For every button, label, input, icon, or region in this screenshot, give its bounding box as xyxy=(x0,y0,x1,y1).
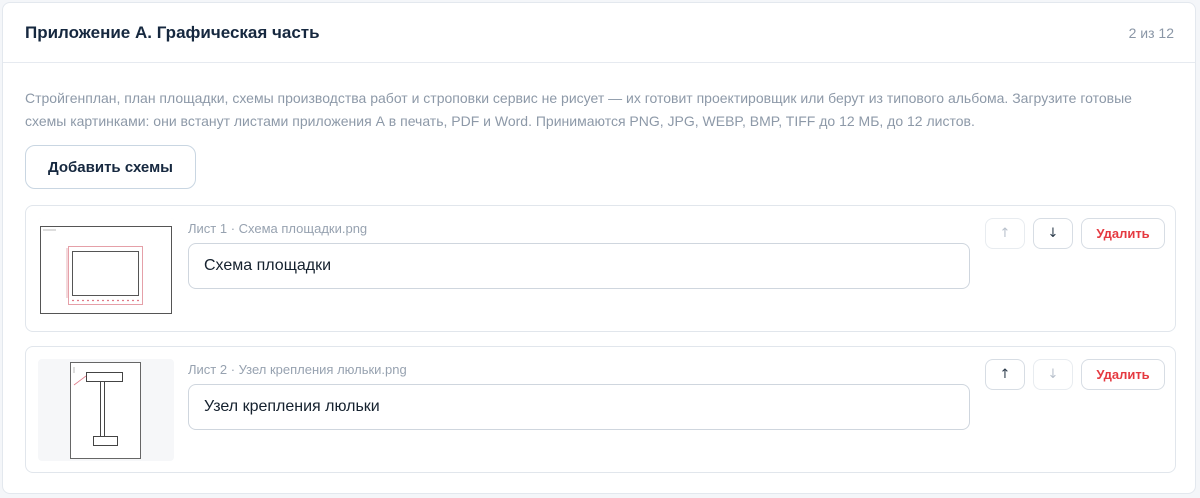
sheet-thumbnail-2[interactable] xyxy=(38,359,174,461)
site-plan-preview xyxy=(38,218,174,320)
add-schemes-button[interactable]: Добавить схемы xyxy=(25,145,196,189)
move-up-button[interactable]: ↑ xyxy=(985,218,1025,249)
panel-description: Стройгенплан, план площадки, схемы произ… xyxy=(25,90,1132,129)
page-title: Приложение А. Графическая часть xyxy=(25,22,320,42)
panel-header: Приложение А. Графическая часть 2 из 12 xyxy=(3,3,1195,63)
move-up-button[interactable]: ↑ xyxy=(985,359,1025,390)
cradle-mount-preview xyxy=(70,362,141,459)
sheet-card-2: Лист 2 · Узел крепления люльки.png ↑ ↓ У… xyxy=(25,346,1176,473)
sheet-caption: Лист 1 · Схема площадки.png xyxy=(188,221,368,236)
arrow-up-icon: ↑ xyxy=(999,367,1011,382)
sheet-caption: Лист 2 · Узел крепления люльки.png xyxy=(188,362,407,377)
delete-button[interactable]: Удалить xyxy=(1081,218,1165,249)
delete-button[interactable]: Удалить xyxy=(1081,359,1165,390)
arrow-down-icon: ↓ xyxy=(1047,367,1059,382)
sheet-name-input[interactable] xyxy=(188,384,970,430)
move-down-button[interactable]: ↓ xyxy=(1033,359,1073,390)
graphic-appendix-panel: Приложение А. Графическая часть 2 из 12 … xyxy=(2,2,1196,494)
sheet-thumbnail-1[interactable] xyxy=(38,218,174,320)
sheet-counter: 2 из 12 xyxy=(1128,24,1174,41)
sheet-card-1: Лист 1 · Схема площадки.png ↑ ↓ Удалить xyxy=(25,205,1176,332)
arrow-up-icon: ↑ xyxy=(999,226,1011,241)
sheet-name-input[interactable] xyxy=(188,243,970,289)
arrow-down-icon: ↓ xyxy=(1047,226,1059,241)
move-down-button[interactable]: ↓ xyxy=(1033,218,1073,249)
